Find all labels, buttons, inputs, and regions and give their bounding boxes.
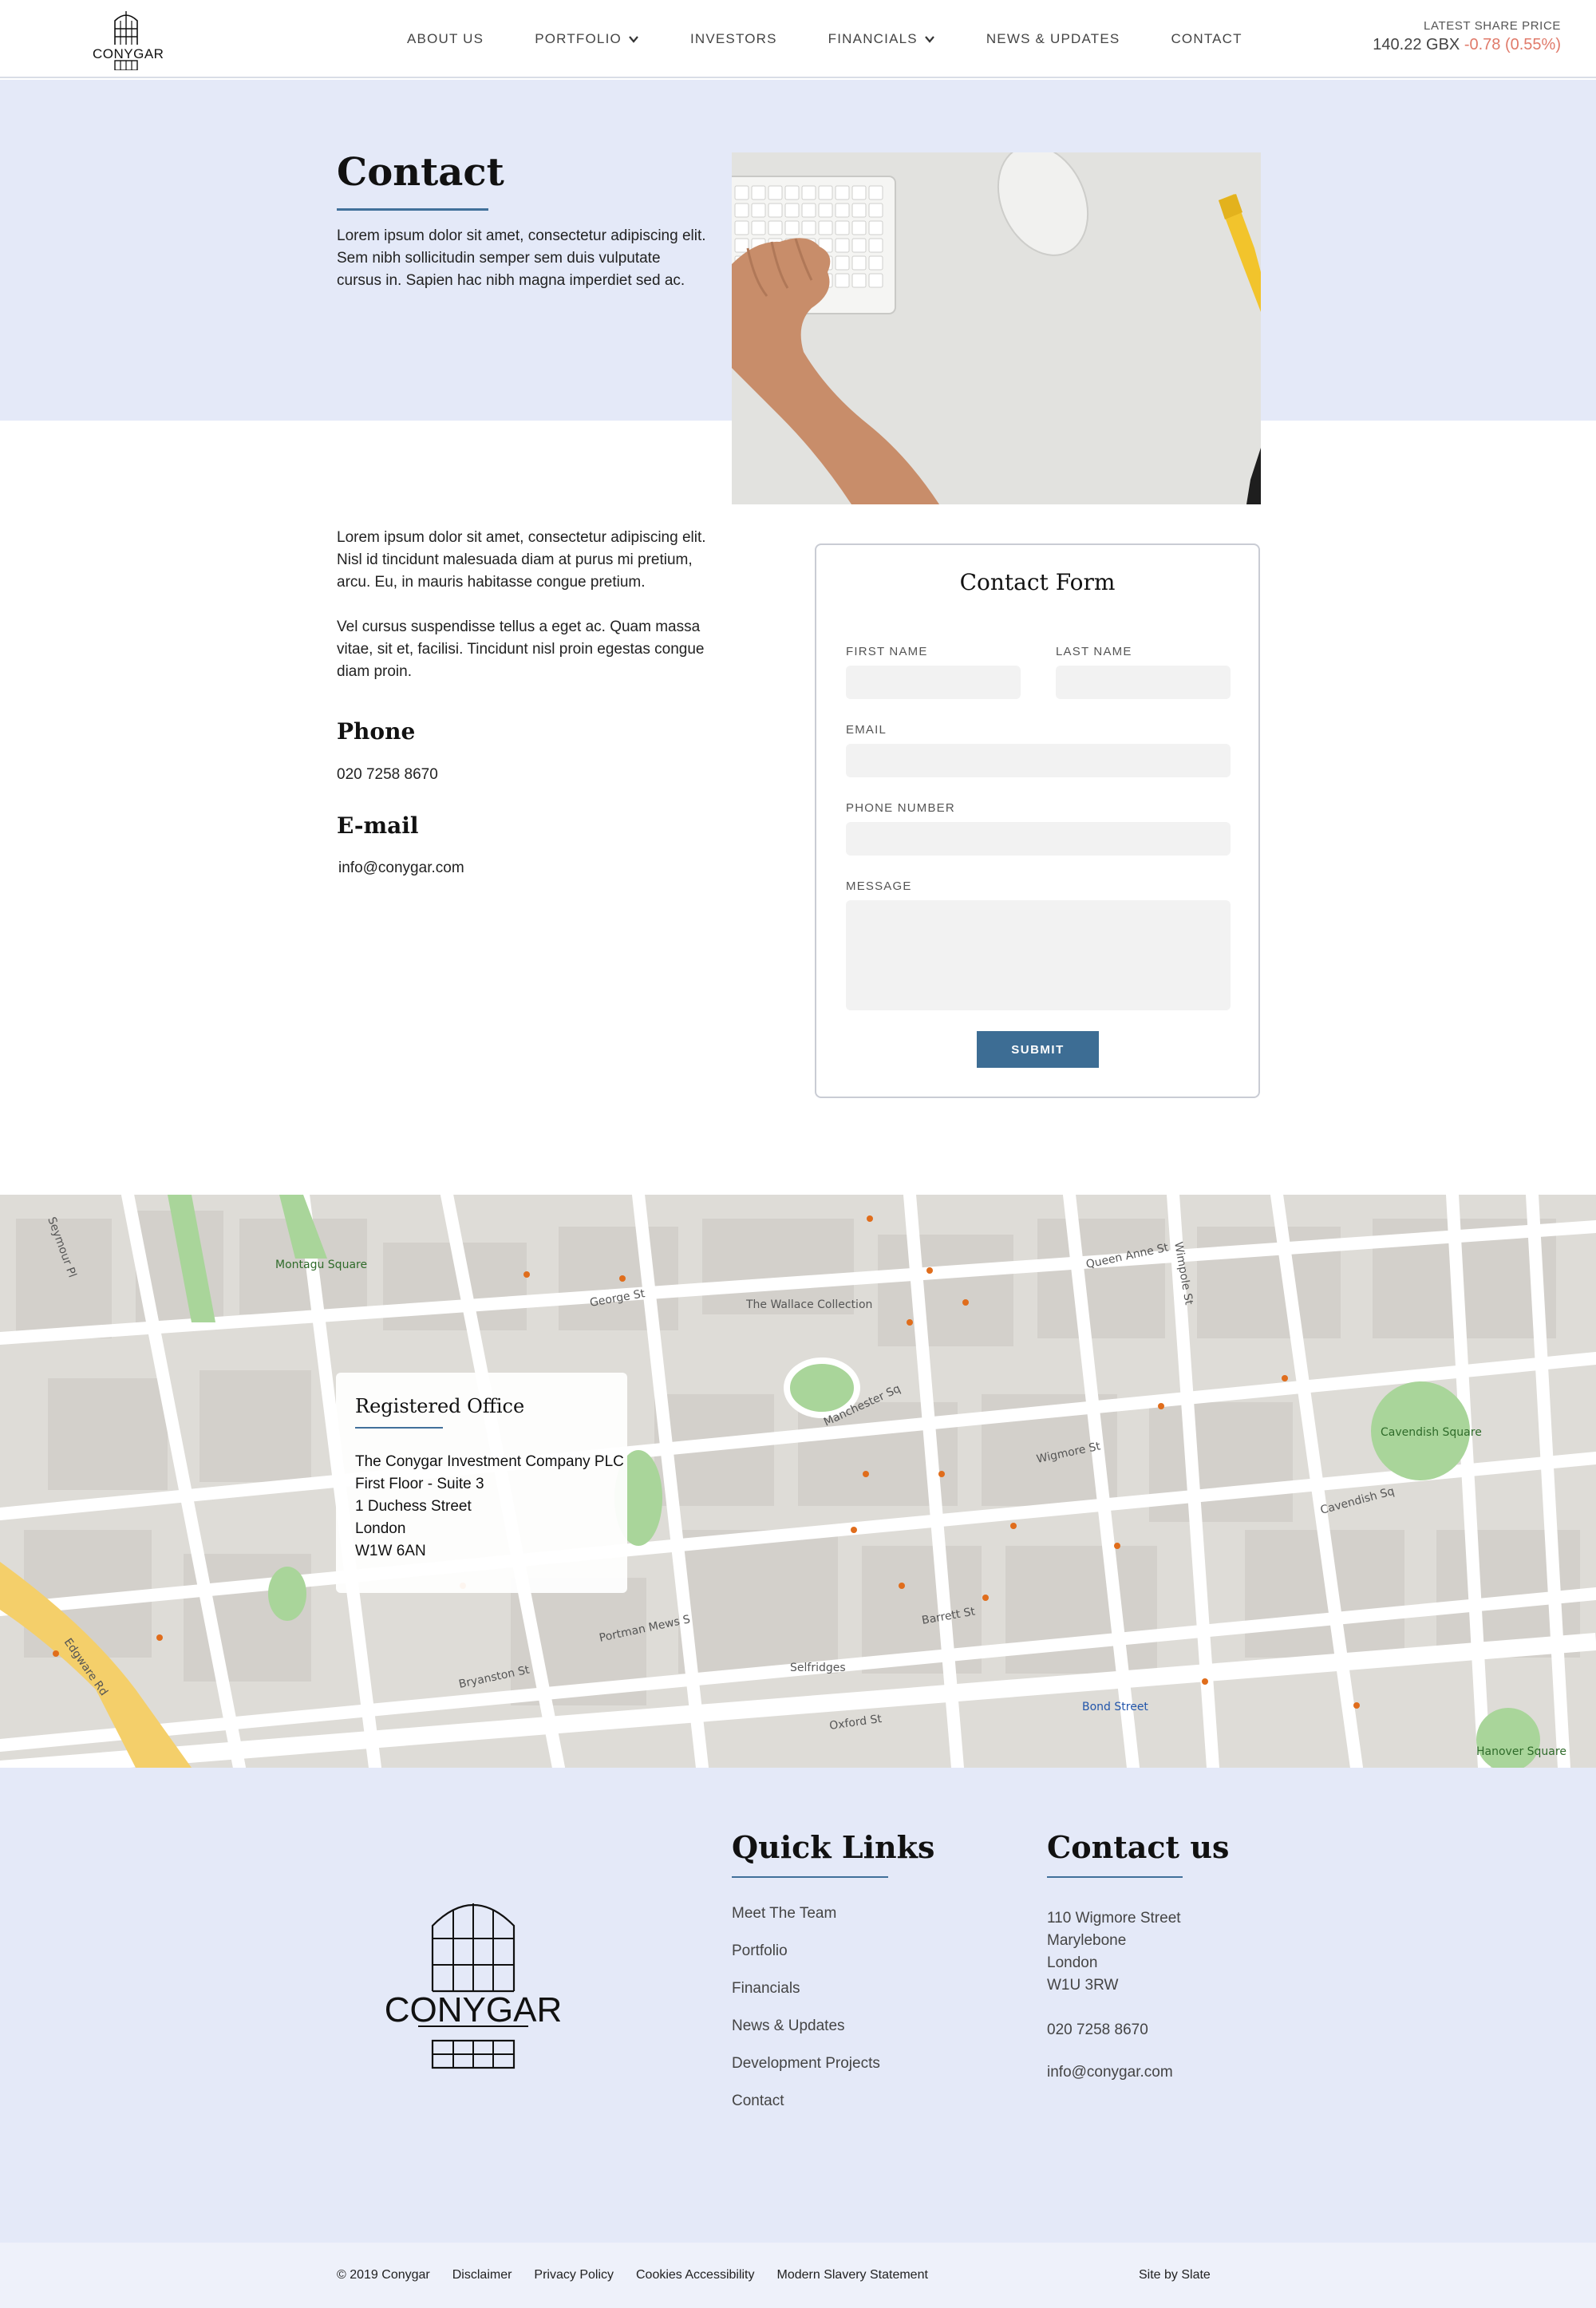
first-name-field[interactable] (846, 666, 1021, 699)
office-address-line: The Conygar Investment Company PLC (355, 1453, 624, 1470)
legal-links: © 2019 Conygar Disclaimer Privacy Policy… (337, 2268, 950, 2282)
footer-address: 110 Wigmore Street Marylebone London W1U… (1047, 1907, 1181, 1997)
contact-us-heading: Contact us (1047, 1829, 1230, 1865)
site-by-link[interactable]: Site by Slate (1139, 2268, 1211, 2282)
quick-links-heading: Quick Links (732, 1829, 935, 1865)
contact-form: Contact Form FIRST NAME LAST NAME EMAIL … (815, 543, 1260, 1098)
office-title-underline (355, 1427, 443, 1429)
registered-office-card: Registered Office The Conygar Investment… (336, 1373, 627, 1593)
office-address-line: First Floor - Suite 3 (355, 1476, 484, 1492)
footer-email[interactable]: info@conygar.com (1047, 2064, 1173, 2081)
submit-button[interactable]: SUBMIT (977, 1031, 1099, 1068)
disclaimer-link[interactable]: Disclaimer (452, 2268, 512, 2282)
contact-us-underline (1047, 1876, 1183, 1878)
quick-link-development-projects[interactable]: Development Projects (732, 2055, 880, 2093)
phone-number[interactable]: 020 7258 8670 (337, 766, 438, 784)
copyright-text: © 2019 Conygar (337, 2268, 430, 2282)
nav-label: PORTFOLIO (535, 31, 622, 46)
description-paragraph: Vel cursus suspendisse tellus a eget ac.… (337, 618, 705, 680)
share-price: 140.22 GBX (1373, 36, 1460, 53)
footer-logo-wordmark: CONYGAR (386, 1990, 560, 2029)
map-label: Hanover Square (1476, 1745, 1566, 1758)
phone-number-field[interactable] (846, 822, 1231, 856)
logo-building-icon: CONYGAR (385, 1903, 562, 2069)
quick-links-underline (732, 1876, 888, 1878)
quick-link-financials[interactable]: Financials (732, 1980, 880, 2018)
office-address: The Conygar Investment Company PLC First… (355, 1451, 624, 1563)
logo-wordmark: CONYGAR (93, 46, 164, 61)
nav-contact[interactable]: CONTACT (1171, 29, 1242, 49)
last-name-field[interactable] (1056, 666, 1231, 699)
quick-links-list: Meet The Team Portfolio Financials News … (732, 1905, 880, 2130)
nav-portfolio[interactable]: PORTFOLIO (535, 29, 639, 49)
main-nav: ABOUT US PORTFOLIO INVESTORS FINANCIALS … (407, 29, 1294, 49)
phone-number-label: PHONE NUMBER (846, 801, 955, 815)
modern-slavery-link[interactable]: Modern Slavery Statement (777, 2268, 928, 2282)
map-label: Montagu Square (275, 1259, 367, 1271)
hero-intro-text: Lorem ipsum dolor sit amet, consectetur … (337, 227, 706, 289)
last-name-label: LAST NAME (1056, 645, 1132, 658)
email-heading: E-mail (337, 812, 419, 839)
email-label: EMAIL (846, 723, 887, 737)
share-price-change: -0.78 (0.55%) (1464, 36, 1561, 53)
nav-label: FINANCIALS (828, 31, 918, 46)
quick-link-news-updates[interactable]: News & Updates (732, 2018, 880, 2055)
message-label: MESSAGE (846, 879, 912, 893)
quick-link-meet-the-team[interactable]: Meet The Team (732, 1905, 880, 1942)
share-price-label: LATEST SHARE PRICE (1424, 19, 1561, 33)
map-label: Selfridges (790, 1662, 846, 1674)
email-field[interactable] (846, 744, 1231, 777)
description-paragraph: Lorem ipsum dolor sit amet, consectetur … (337, 529, 706, 591)
site-header: CONYGAR ABOUT US PORTFOLIO INVESTORS FIN… (0, 0, 1596, 78)
nav-investors[interactable]: INVESTORS (690, 29, 777, 49)
nav-about-us[interactable]: ABOUT US (407, 29, 484, 49)
office-address-line: London (355, 1520, 406, 1537)
nav-financials[interactable]: FINANCIALS (828, 29, 935, 49)
map-graphic: Wigmore St Oxford St Cavendish Square Ed… (0, 1195, 1596, 1768)
first-name-label: FIRST NAME (846, 645, 928, 658)
footer-phone[interactable]: 020 7258 8670 (1047, 2021, 1148, 2039)
footer-address-line: 110 Wigmore Street (1047, 1910, 1181, 1927)
footer-address-line: W1U 3RW (1047, 1977, 1119, 1994)
privacy-policy-link[interactable]: Privacy Policy (534, 2268, 614, 2282)
chevron-down-icon (629, 36, 638, 43)
location-map[interactable]: Wigmore St Oxford St Cavendish Square Ed… (0, 1195, 1596, 1768)
page-title: Contact (337, 150, 504, 195)
footer-logo[interactable]: CONYGAR (385, 1902, 562, 2069)
contact-description: Lorem ipsum dolor sit amet, consectetur … (337, 527, 709, 705)
nav-label: ABOUT US (407, 31, 484, 46)
office-title: Registered Office (355, 1395, 525, 1417)
map-label: Cavendish Square (1381, 1426, 1482, 1439)
share-price-widget: LATEST SHARE PRICE 140.22 GBX -0.78 (0.5… (1373, 19, 1561, 54)
quick-link-portfolio[interactable]: Portfolio (732, 1942, 880, 1980)
hero-image-keyboard-hand (732, 152, 1261, 504)
nav-news-updates[interactable]: NEWS & UPDATES (986, 29, 1120, 49)
nav-label: CONTACT (1171, 31, 1242, 46)
nav-label: INVESTORS (689, 31, 777, 46)
email-address[interactable]: info@conygar.com (338, 860, 464, 877)
site-logo[interactable]: CONYGAR (93, 10, 164, 71)
nav-label: NEWS & UPDATES (986, 31, 1120, 46)
office-address-line: 1 Duchess Street (355, 1498, 472, 1515)
map-label: Bond Street (1082, 1701, 1148, 1713)
footer-address-line: Marylebone (1047, 1932, 1127, 1949)
phone-heading: Phone (337, 718, 416, 745)
office-address-line: W1W 6AN (355, 1543, 426, 1559)
share-price-value: 140.22 GBX -0.78 (0.55%) (1373, 36, 1561, 54)
title-underline (337, 208, 488, 211)
footer-address-line: London (1047, 1954, 1098, 1971)
cookies-accessibility-link[interactable]: Cookies Accessibility (636, 2268, 755, 2282)
message-field[interactable] (846, 900, 1231, 1010)
chevron-down-icon (924, 36, 934, 43)
map-label: The Wallace Collection (745, 1298, 872, 1311)
quick-link-contact[interactable]: Contact (732, 2093, 880, 2130)
form-title: Contact Form (959, 569, 1116, 595)
